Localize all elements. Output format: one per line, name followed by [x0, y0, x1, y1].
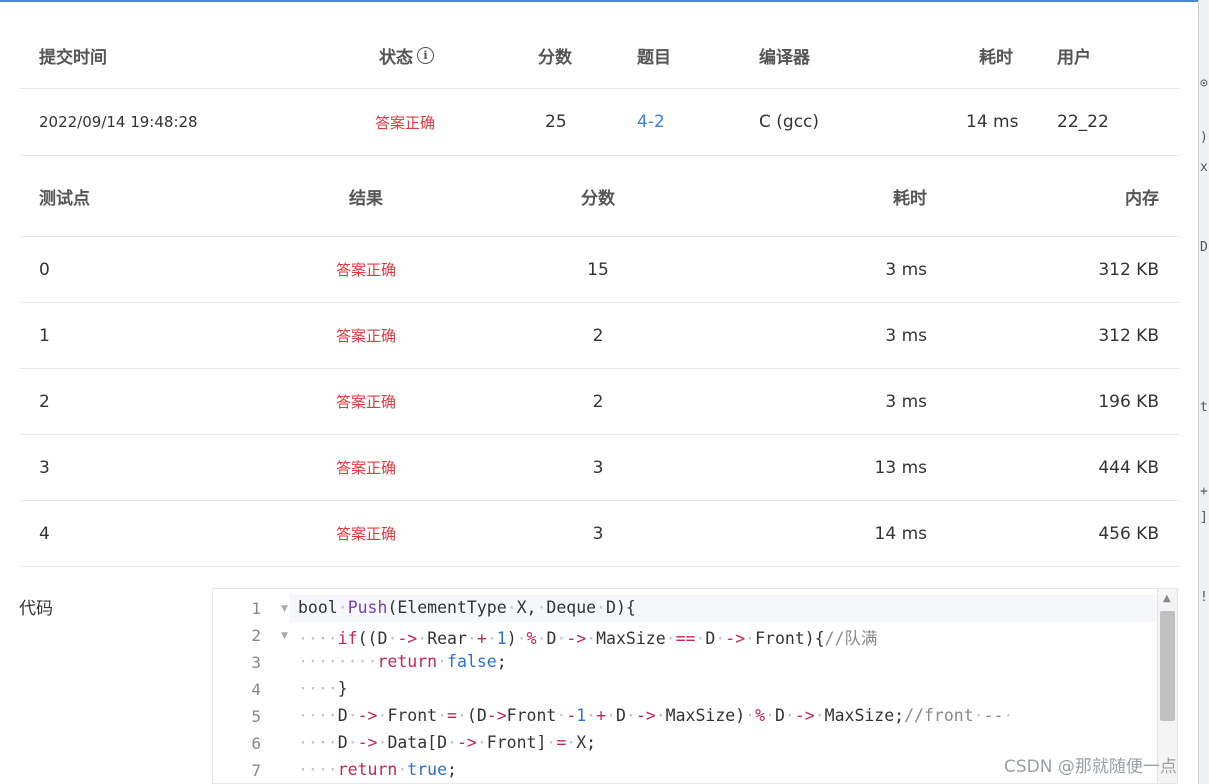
- submission-elapsed: 14 ms: [966, 112, 1019, 132]
- code-line: ····D·->·Data[D·->·Front]·=·X;: [298, 733, 597, 752]
- header-elapsed: 耗时: [979, 47, 1013, 68]
- header-status-label: 状态: [379, 47, 413, 68]
- testcase-elapsed: 14 ms: [874, 523, 927, 544]
- adjacent-window-edge: ⊙ ) x D t + ] !: [1198, 0, 1209, 784]
- testcase-memory: 456 KB: [1098, 523, 1159, 544]
- testcase-memory: 312 KB: [1098, 325, 1159, 346]
- compiler-name: C (gcc): [759, 112, 820, 132]
- caret-up-icon[interactable]: ▲: [1163, 593, 1171, 604]
- submission-status: 答案正确: [375, 113, 436, 132]
- submission-score: 25: [545, 112, 567, 132]
- testcase-memory: 196 KB: [1098, 391, 1159, 412]
- code-line: ········return·false;: [298, 652, 507, 671]
- table-row: 3 答案正确 3 13 ms 444 KB: [19, 435, 1179, 501]
- table-row: 1 答案正确 2 3 ms 312 KB: [19, 303, 1179, 369]
- header-memory: 内存: [1125, 188, 1159, 209]
- testcase-memory: 444 KB: [1098, 457, 1159, 478]
- testcase-elapsed: 3 ms: [885, 391, 927, 412]
- submit-time: 2022/09/14 19:48:28: [39, 113, 198, 131]
- edge-glyph: ⊙: [1200, 76, 1208, 91]
- table-row: 0 答案正确 15 3 ms 312 KB: [19, 237, 1179, 303]
- header-tc-elapsed: 耗时: [893, 188, 927, 209]
- edge-glyph: x: [1200, 160, 1208, 175]
- testcase-result: 答案正确: [335, 459, 396, 477]
- testcase-score: 2: [592, 325, 604, 346]
- code-line: ····D·->·Front·=·(D->Front·-1·+·D·->·Max…: [298, 706, 1014, 725]
- header-compiler: 编译器: [759, 47, 810, 68]
- testcase-elapsed: 3 ms: [885, 259, 927, 280]
- testcase-result: 答案正确: [335, 261, 396, 279]
- testcase-id: 2: [39, 391, 50, 412]
- code-line: ····if((D·->·Rear·+·1)·%·D·->·MaxSize·==…: [298, 629, 878, 648]
- testcase-id: 4: [39, 523, 50, 544]
- info-icon[interactable]: i: [417, 46, 434, 64]
- edge-glyph: +: [1200, 484, 1208, 499]
- scrollbar-thumb[interactable]: [1160, 611, 1175, 721]
- header-score: 分数: [538, 47, 572, 68]
- edge-glyph: ): [1200, 130, 1208, 145]
- code-line: ····return·true;: [298, 760, 457, 779]
- line-number: 7: [251, 761, 261, 780]
- submission-value-row: 2022/09/14 19:48:28 答案正确 25 4-2 C (gcc) …: [19, 89, 1179, 156]
- testcase-id: 1: [39, 325, 50, 346]
- testcase-elapsed: 13 ms: [874, 457, 927, 478]
- line-number: 5: [251, 707, 261, 726]
- testcase-id: 3: [39, 457, 50, 478]
- table-row: 2 答案正确 2 3 ms 196 KB: [19, 369, 1179, 435]
- table-row: 4 答案正确 3 14 ms 456 KB: [19, 501, 1179, 567]
- problem-link[interactable]: 4-2: [637, 89, 665, 155]
- header-submit-time: 提交时间: [39, 47, 107, 68]
- caret-down-icon[interactable]: ▼: [281, 604, 288, 614]
- testcase-result: 答案正确: [335, 393, 396, 411]
- edge-glyph: ]: [1200, 510, 1208, 525]
- testcase-result: 答案正确: [335, 525, 396, 543]
- header-testcase: 测试点: [39, 188, 90, 209]
- testcase-memory: 312 KB: [1098, 259, 1159, 280]
- submission-detail-panel: 提交时间 状态 i 分数 题目 编译器 耗时 用户 2022/09/14 19:…: [0, 2, 1198, 784]
- testcase-score: 3: [592, 457, 604, 478]
- header-problem: 题目: [637, 47, 671, 68]
- testcase-score: 15: [587, 259, 609, 280]
- testcase-id: 0: [39, 259, 50, 280]
- header-status: 状态 i: [379, 22, 434, 88]
- line-number: 3: [251, 653, 261, 672]
- edge-glyph: D: [1200, 240, 1208, 255]
- caret-down-icon[interactable]: ▼: [281, 631, 288, 641]
- testcase-result: 答案正确: [335, 327, 396, 345]
- code-line: bool·Push(ElementType·X,·Deque·D){: [298, 598, 636, 617]
- testcase-header-row: 测试点 结果 分数 耗时 内存: [19, 156, 1179, 237]
- submission-header-row: 提交时间 状态 i 分数 题目 编译器 耗时 用户: [19, 22, 1179, 89]
- csdn-watermark: CSDN @那就随便一点: [1004, 757, 1177, 777]
- code-line: ····}: [298, 679, 348, 698]
- code-label: 代码: [19, 599, 53, 619]
- edge-glyph: t: [1200, 400, 1208, 415]
- testcase-elapsed: 3 ms: [885, 325, 927, 346]
- line-number-gutter: 1 2 3 4 5 6 7 ▼ ▼: [213, 589, 289, 783]
- header-user: 用户: [1057, 47, 1091, 68]
- line-number: 2: [251, 626, 261, 645]
- testcase-score: 3: [592, 523, 604, 544]
- testcase-score: 2: [592, 391, 604, 412]
- header-result: 结果: [349, 188, 383, 209]
- edge-glyph: !: [1200, 590, 1208, 605]
- line-number: 6: [251, 734, 261, 753]
- line-number: 4: [251, 680, 261, 699]
- submission-user: 22_22: [1057, 112, 1109, 132]
- header-tc-score: 分数: [581, 188, 615, 209]
- line-number: 1: [251, 599, 261, 618]
